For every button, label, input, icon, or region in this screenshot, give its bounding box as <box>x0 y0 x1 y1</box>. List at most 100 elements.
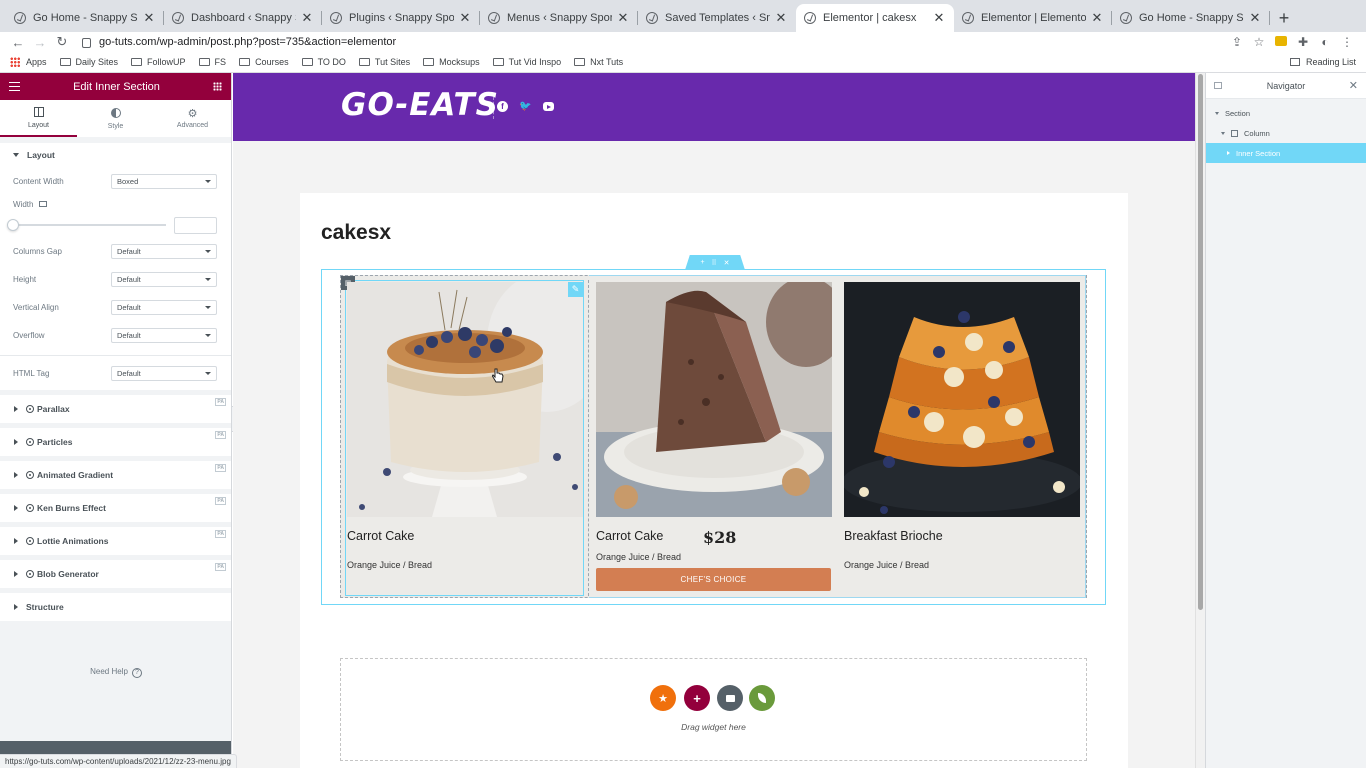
close-tab-icon[interactable]: ✕ <box>458 10 472 26</box>
hamburger-menu-icon[interactable] <box>9 82 20 91</box>
preview-canvas: GO-EATS f 🐦 cakesx +⠿✕ ▥ <box>233 73 1195 768</box>
blob-generator-section[interactable]: Blob Generator PA <box>0 560 231 588</box>
section-handle[interactable]: + ⠿ ✕ <box>685 255 745 270</box>
canvas-scrollbar[interactable] <box>1195 73 1205 768</box>
widget-drop-zone[interactable] <box>340 658 1087 761</box>
width-slider[interactable] <box>7 219 166 231</box>
chocolate-cake-image[interactable] <box>596 282 832 517</box>
close-icon[interactable]: ✕ <box>724 259 730 267</box>
browser-tab[interactable]: Elementor | Elementor Header ✕ <box>954 4 1112 32</box>
bookmark-folder[interactable]: Tut Vid Inspo <box>492 57 561 67</box>
slider-handle[interactable] <box>7 219 19 231</box>
close-tab-icon[interactable]: ✕ <box>774 10 788 26</box>
html-tag-select[interactable]: Default <box>111 365 217 381</box>
addon-icon <box>26 471 34 479</box>
width-number-input[interactable] <box>174 216 217 234</box>
bookmark-folder[interactable]: Mocksups <box>423 57 480 67</box>
close-tab-icon[interactable]: ✕ <box>142 10 156 26</box>
height-select[interactable]: Default <box>111 271 217 287</box>
reading-list-button[interactable]: Reading List <box>1289 57 1356 67</box>
lottie-section[interactable]: Lottie Animations PA <box>0 527 231 555</box>
close-tab-icon[interactable]: ✕ <box>616 10 630 26</box>
ken-burns-section[interactable]: Ken Burns Effect PA <box>0 494 231 522</box>
collapse-all-icon[interactable] <box>1214 82 1222 89</box>
layout-icon <box>33 106 44 117</box>
tab-layout[interactable]: Layout <box>0 100 77 137</box>
tab-advanced[interactable]: ⚙ Advanced <box>154 100 231 137</box>
apps-grid-icon <box>10 57 20 67</box>
card-title[interactable]: Carrot Cake <box>347 529 414 543</box>
add-template-folder-button[interactable] <box>717 685 743 711</box>
twitter-icon[interactable]: 🐦 <box>519 101 531 112</box>
widgets-grid-icon[interactable] <box>213 82 222 91</box>
close-tab-icon[interactable]: ✕ <box>1090 10 1104 26</box>
vertical-align-select[interactable]: Default <box>111 299 217 315</box>
french-toast-image[interactable] <box>844 282 1080 517</box>
browser-tab[interactable]: Menus ‹ Snappy Sports — Wor ✕ <box>480 4 638 32</box>
bookmark-folder[interactable]: FollowUP <box>131 57 186 67</box>
drag-icon[interactable]: ⠿ <box>712 259 717 267</box>
bookmark-folder[interactable]: FS <box>198 57 226 67</box>
bookmark-folder[interactable]: Daily Sites <box>59 57 118 67</box>
back-icon[interactable]: ← <box>8 35 28 50</box>
facebook-icon[interactable]: f <box>497 101 508 112</box>
browser-tab[interactable]: Go Home - Snappy Sports ✕ <box>6 4 164 32</box>
puzzle-icon[interactable]: ✚ <box>1292 35 1314 49</box>
share-icon[interactable]: ⇪ <box>1226 35 1248 49</box>
card-title[interactable]: Carrot Cake <box>596 529 663 543</box>
columns-gap-select[interactable]: Default <box>111 243 217 259</box>
gear-icon: ⚙ <box>187 107 198 120</box>
profile-icon[interactable]: ◐ <box>1314 35 1336 49</box>
address-bar[interactable]: go-tuts.com/wp-admin/post.php?post=735&a… <box>74 33 1226 51</box>
tab-style[interactable]: Style <box>77 100 154 137</box>
bookmark-folder[interactable]: Courses <box>239 57 289 67</box>
navigator-item-column[interactable]: Column <box>1206 123 1366 143</box>
youtube-icon[interactable] <box>543 102 554 111</box>
add-icon[interactable]: + <box>700 259 704 266</box>
bookmark-star-icon[interactable]: ☆ <box>1248 35 1270 49</box>
close-tab-icon[interactable]: ✕ <box>300 10 314 26</box>
need-help-link[interactable]: Need Help? <box>0 667 231 678</box>
overflow-select[interactable]: Default <box>111 327 217 343</box>
content-width-select[interactable]: Boxed <box>111 173 217 189</box>
more-menu-icon[interactable]: ⋮ <box>1336 35 1358 49</box>
bookmark-folder[interactable]: Tut Sites <box>358 57 410 67</box>
scrollbar-thumb[interactable] <box>1198 74 1203 610</box>
forward-icon[interactable]: → <box>30 35 50 50</box>
browser-tab[interactable]: Dashboard ‹ Snappy Sports — Wo ✕ <box>164 4 322 32</box>
particles-section[interactable]: Particles PA <box>0 428 231 456</box>
page-title[interactable]: cakesx <box>321 221 391 245</box>
add-template-star-button[interactable]: ★ <box>650 685 676 711</box>
folder-icon <box>239 58 251 66</box>
bookmark-folder[interactable]: TO DO <box>301 57 346 67</box>
browser-tab[interactable]: Saved Templates ‹ Snappy Spo ✕ <box>638 4 796 32</box>
close-tab-icon[interactable]: ✕ <box>1248 10 1262 26</box>
chefs-choice-button[interactable]: CHEF'S CHOICE <box>596 568 831 591</box>
extension-icon[interactable] <box>1270 35 1292 49</box>
new-tab-button[interactable]: + <box>1270 4 1298 32</box>
structure-section[interactable]: Structure <box>0 593 231 621</box>
card-title[interactable]: Breakfast Brioche <box>844 529 943 543</box>
close-icon[interactable]: ✕ <box>1349 79 1358 92</box>
reload-icon[interactable]: ↻ <box>52 34 72 50</box>
bookmark-apps[interactable]: Apps <box>10 57 47 67</box>
help-icon: ? <box>131 668 142 678</box>
animated-gradient-section[interactable]: Animated Gradient PA <box>0 461 231 489</box>
bookmark-folder[interactable]: Nxt Tuts <box>574 57 623 67</box>
pa-badge: PA <box>215 464 226 472</box>
edit-pencil-icon[interactable]: ✎ <box>568 282 583 297</box>
parallax-section[interactable]: Parallax PA <box>0 395 231 423</box>
layout-section-toggle[interactable]: Layout <box>0 143 231 167</box>
caret-right-icon <box>14 472 18 478</box>
envato-kit-button[interactable] <box>749 685 775 711</box>
close-tab-icon[interactable]: ✕ <box>932 10 946 26</box>
carrot-cake-image[interactable] <box>347 282 583 517</box>
desktop-icon[interactable] <box>39 201 48 207</box>
browser-tab[interactable]: Plugins ‹ Snappy Sports — Wo ✕ <box>322 4 480 32</box>
navigator-item-inner-section[interactable]: Inner Section <box>1206 143 1366 163</box>
add-section-button[interactable]: + <box>684 685 710 711</box>
browser-tab[interactable]: Go Home - Snappy Sports ✕ <box>1112 4 1270 32</box>
navigator-item-section[interactable]: Section <box>1206 103 1366 123</box>
browser-tab-active[interactable]: Elementor | cakesx ✕ <box>796 4 954 32</box>
site-logo[interactable]: GO-EATS <box>341 87 499 123</box>
